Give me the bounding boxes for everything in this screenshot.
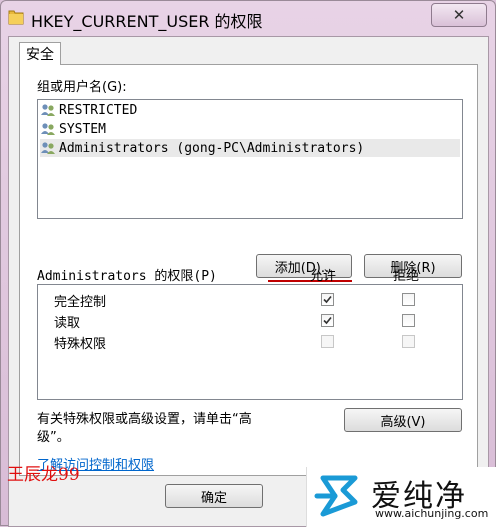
permission-row-special: 特殊权限	[54, 332, 454, 352]
permissions-label: Administrators 的权限(P)	[37, 269, 217, 284]
deny-checkbox[interactable]	[402, 293, 415, 306]
list-item[interactable]: RESTRICTED	[40, 101, 137, 119]
brand-logo-icon	[314, 475, 358, 517]
brand-watermark: 爱纯净 www.aichunjing.com	[306, 467, 496, 527]
deny-header: 拒绝	[393, 269, 420, 284]
user-name: Administrators (gong-PC\Administrators)	[59, 140, 365, 156]
permission-name: 完全控制	[54, 295, 107, 310]
allow-header: 允许	[310, 269, 337, 284]
watermark-name: 王辰龙99	[7, 465, 80, 485]
permission-row-read: 读取	[54, 311, 454, 331]
deny-checkbox[interactable]	[402, 314, 415, 327]
check-icon	[323, 295, 332, 304]
security-panel: 组或用户名(G): RESTRICTED SYSTEM Administrato…	[19, 64, 478, 476]
list-item[interactable]: SYSTEM	[40, 120, 106, 138]
check-icon	[323, 316, 332, 325]
deny-checkbox	[402, 335, 415, 348]
advanced-button[interactable]: 高级(V)	[344, 408, 462, 432]
permission-name: 特殊权限	[54, 337, 107, 352]
user-group-icon	[41, 104, 55, 116]
allow-checkbox[interactable]	[321, 293, 334, 306]
allow-checkbox	[321, 335, 334, 348]
close-icon: ✕	[452, 6, 466, 24]
dialog-body: 安全 组或用户名(G): RESTRICTED SYSTEM Administr…	[8, 36, 489, 527]
user-group-icon	[41, 142, 55, 154]
users-label: 组或用户名(G):	[37, 80, 127, 95]
tab-security[interactable]: 安全	[19, 42, 61, 65]
advanced-hint-line1: 有关特殊权限或高级设置，请单击“高	[37, 412, 252, 427]
advanced-hint-line2: 级”。	[37, 430, 70, 445]
user-name: RESTRICTED	[59, 102, 138, 118]
window-title: HKEY_CURRENT_USER 的权限	[31, 12, 263, 31]
close-button[interactable]: ✕	[431, 3, 487, 27]
ok-button[interactable]: 确定	[165, 484, 263, 508]
list-item[interactable]: Administrators (gong-PC\Administrators)	[40, 139, 460, 157]
title-bar[interactable]: HKEY_CURRENT_USER 的权限 ✕	[1, 1, 495, 35]
add-button[interactable]: 添加(D)...	[256, 254, 352, 278]
permissions-list: 完全控制 读取 特殊权限	[37, 284, 463, 400]
allow-checkbox[interactable]	[321, 314, 334, 327]
user-name: SYSTEM	[59, 121, 106, 137]
brand-url: www.aichunjing.com	[375, 507, 489, 520]
user-group-icon	[41, 123, 55, 135]
permission-row-full-control: 完全控制	[54, 290, 454, 310]
permission-name: 读取	[54, 316, 81, 331]
folder-icon	[8, 10, 24, 25]
user-list[interactable]: RESTRICTED SYSTEM Administrators (gong-P…	[37, 99, 463, 219]
permissions-dialog: HKEY_CURRENT_USER 的权限 ✕ 安全 组或用户名(G): RES…	[0, 0, 496, 527]
